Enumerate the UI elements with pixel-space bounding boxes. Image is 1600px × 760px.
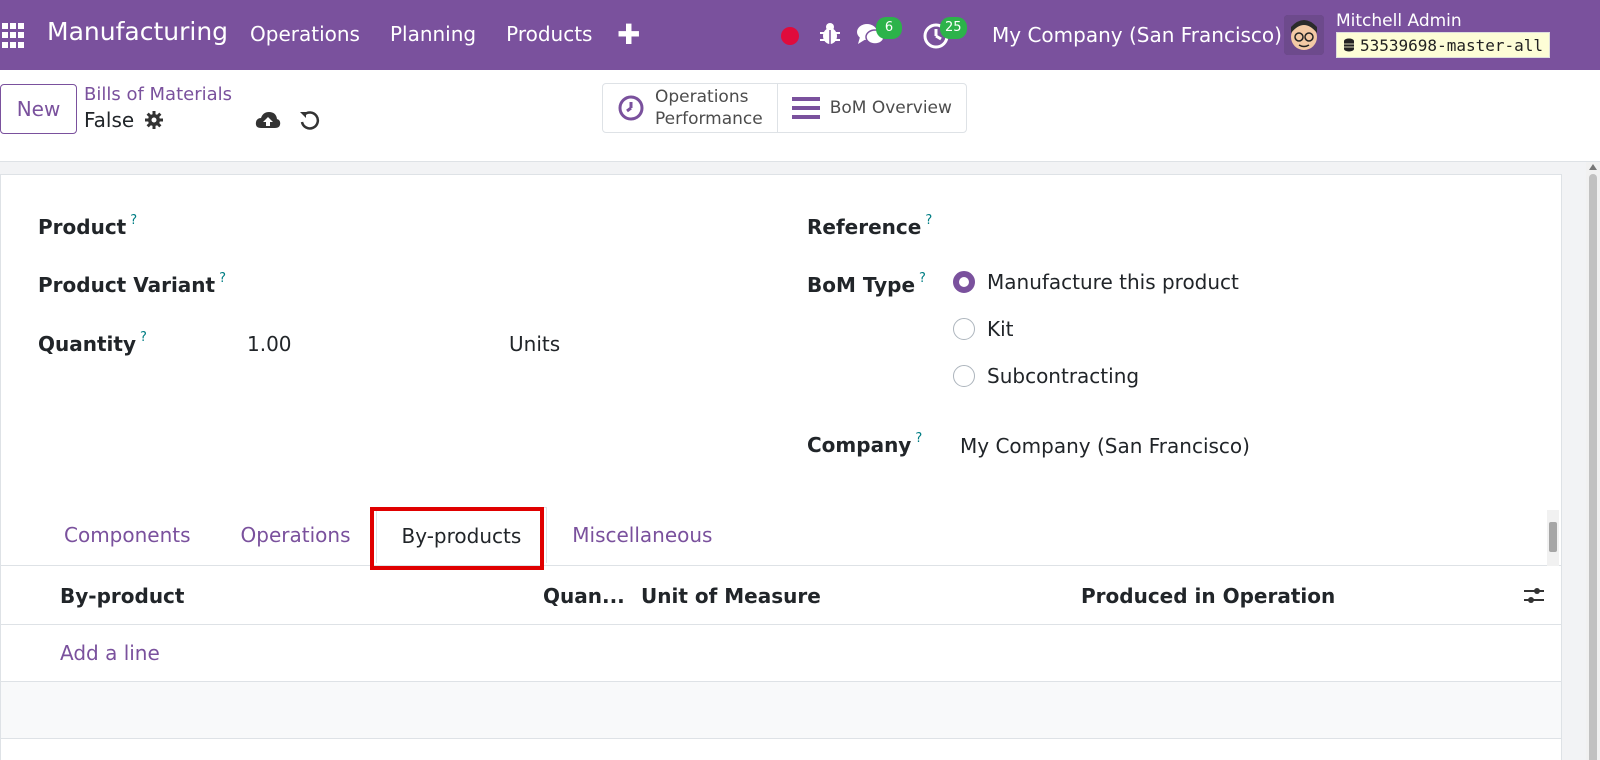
table-row xyxy=(1,682,1561,739)
reference-help-icon[interactable]: ? xyxy=(925,213,932,228)
add-a-line-link[interactable]: Add a line xyxy=(60,641,160,665)
scrollbar-thumb[interactable] xyxy=(1589,174,1597,760)
quantity-help-icon[interactable]: ? xyxy=(140,330,147,345)
reference-label-text: Reference xyxy=(807,215,922,239)
main-menu: Operations Planning Products xyxy=(250,22,622,46)
table-row: Add a line xyxy=(1,625,1561,682)
messages-badge: 6 xyxy=(876,17,902,39)
operations-performance-button[interactable]: Operations Performance xyxy=(603,84,777,132)
bom-type-kit-radio[interactable]: Kit xyxy=(953,317,1014,341)
scroll-up-arrow-icon[interactable] xyxy=(1589,164,1597,170)
company-switcher[interactable]: My Company (San Francisco) xyxy=(992,23,1282,47)
bom-type-subcontracting-radio[interactable]: Subcontracting xyxy=(953,364,1139,388)
tab-components[interactable]: Components xyxy=(39,507,216,563)
bom-type-label-text: BoM Type xyxy=(807,273,916,297)
new-button[interactable]: New xyxy=(0,84,77,134)
bom-type-help-icon[interactable]: ? xyxy=(919,271,926,286)
operations-performance-line2: Performance xyxy=(655,109,763,129)
bom-overview-label: BoM Overview xyxy=(829,98,952,118)
operations-performance-line1: Operations xyxy=(655,87,749,107)
control-panel: New Bills of Materials False Operations … xyxy=(0,70,1600,162)
gear-icon[interactable] xyxy=(144,110,164,130)
bom-type-manufacture-radio[interactable]: Manufacture this product xyxy=(953,270,1239,294)
user-name[interactable]: Mitchell Admin xyxy=(1336,11,1462,31)
reference-label: Reference? xyxy=(807,213,932,239)
database-icon xyxy=(1344,38,1354,52)
by-products-table-header: By-product Quan... Unit of Measure Produ… xyxy=(1,565,1561,625)
column-produced-in-operation[interactable]: Produced in Operation xyxy=(1081,584,1335,608)
product-label-text: Product xyxy=(38,215,127,239)
menu-operations[interactable]: Operations xyxy=(250,22,360,46)
tab-operations[interactable]: Operations xyxy=(216,507,376,563)
bars-icon xyxy=(791,97,820,119)
activities-badge: 25 xyxy=(940,17,967,39)
product-variant-help-icon[interactable]: ? xyxy=(219,271,226,286)
quantity-label: Quantity? xyxy=(38,330,147,356)
radio-unchecked-icon[interactable] xyxy=(953,318,975,340)
tabs-scrollbar[interactable] xyxy=(1547,510,1559,566)
database-name: 53539698-master-all xyxy=(1360,35,1544,55)
uom-field[interactable]: Units xyxy=(509,332,560,356)
discard-icon[interactable] xyxy=(298,109,320,131)
breadcrumb-bills-of-materials[interactable]: Bills of Materials xyxy=(84,84,232,105)
bom-type-manufacture-label: Manufacture this product xyxy=(987,270,1239,294)
product-label: Product? xyxy=(38,213,137,239)
product-variant-label: Product Variant? xyxy=(38,271,226,297)
record-title: False xyxy=(84,108,164,132)
cloud-upload-icon[interactable] xyxy=(255,110,281,132)
smart-buttons: Operations Performance BoM Overview xyxy=(602,83,967,133)
form-sheet: Product? Product Variant? Quantity? 1.00… xyxy=(0,174,1562,760)
notebook-tabs: Components Operations By-products Miscel… xyxy=(39,507,737,563)
product-variant-label-text: Product Variant xyxy=(38,273,216,297)
bom-type-label: BoM Type? xyxy=(807,271,926,297)
recording-dot-icon[interactable] xyxy=(781,27,799,45)
tab-by-products[interactable]: By-products xyxy=(375,507,548,563)
record-name: False xyxy=(84,108,135,132)
bom-type-kit-label: Kit xyxy=(987,317,1014,341)
column-by-product[interactable]: By-product xyxy=(60,584,184,608)
company-label: Company? xyxy=(807,431,922,457)
company-label-text: Company xyxy=(807,433,912,457)
radio-unchecked-icon[interactable] xyxy=(953,365,975,387)
menu-products[interactable]: Products xyxy=(506,22,592,46)
app-title[interactable]: Manufacturing xyxy=(47,17,228,46)
bom-overview-button[interactable]: BoM Overview xyxy=(776,84,966,132)
user-avatar[interactable] xyxy=(1284,15,1324,55)
apps-menu-icon[interactable] xyxy=(2,23,28,49)
column-quantity[interactable]: Quan... xyxy=(543,584,625,608)
plus-icon[interactable]: ✚ xyxy=(617,18,640,51)
tabs-scrollbar-thumb[interactable] xyxy=(1549,522,1557,552)
company-field[interactable]: My Company (San Francisco) xyxy=(960,434,1250,458)
clock-icon xyxy=(618,95,644,121)
quantity-label-text: Quantity xyxy=(38,332,136,356)
optional-columns-icon[interactable] xyxy=(1523,585,1545,607)
top-navbar: Manufacturing Operations Planning Produc… xyxy=(0,0,1600,70)
bom-type-subcontracting-label: Subcontracting xyxy=(987,364,1140,388)
menu-planning[interactable]: Planning xyxy=(390,22,476,46)
page-scrollbar[interactable] xyxy=(1586,162,1600,760)
tab-miscellaneous[interactable]: Miscellaneous xyxy=(547,507,737,563)
product-help-icon[interactable]: ? xyxy=(130,213,137,228)
quantity-field[interactable]: 1.00 xyxy=(247,332,292,356)
column-unit-of-measure[interactable]: Unit of Measure xyxy=(641,584,821,608)
database-tag: 53539698-master-all xyxy=(1336,32,1551,58)
bug-icon[interactable] xyxy=(818,21,842,47)
company-help-icon[interactable]: ? xyxy=(915,431,922,446)
radio-checked-icon[interactable] xyxy=(953,271,975,293)
